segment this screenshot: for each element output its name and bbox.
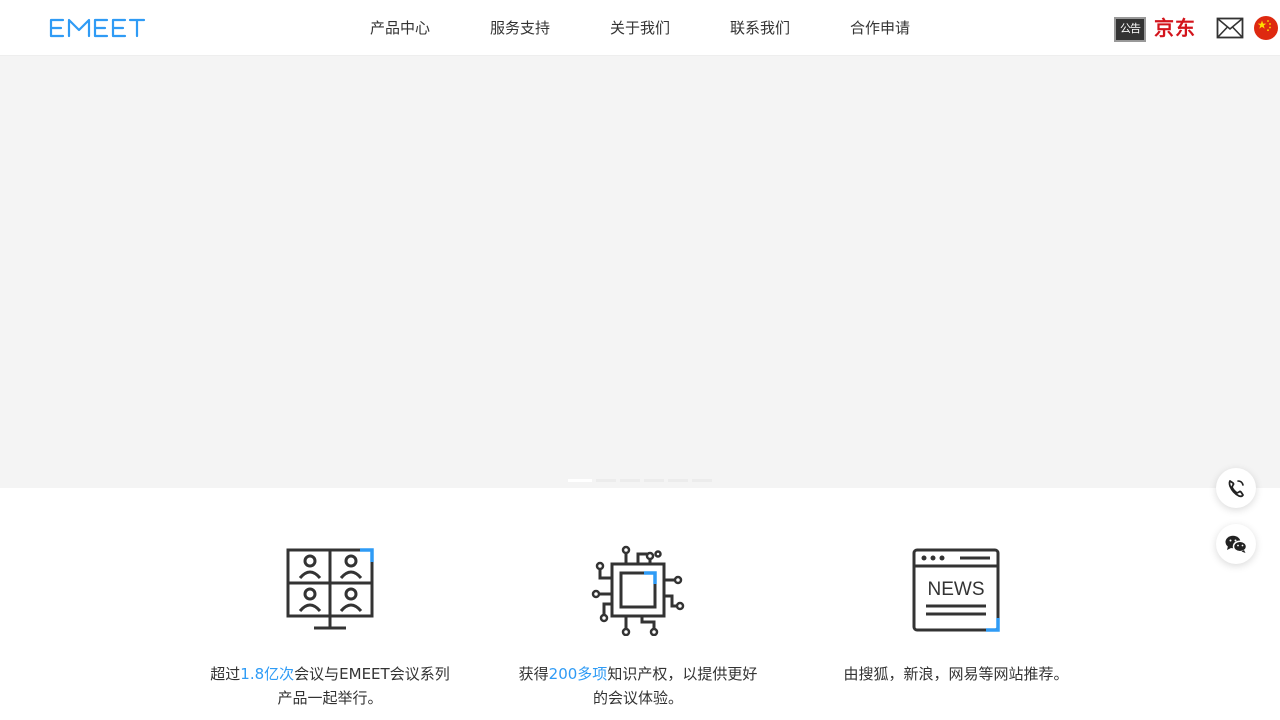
feature-media: NEWS 由搜狐，新浪，网易等网站推荐。 xyxy=(836,488,1076,686)
carousel-dot[interactable] xyxy=(596,479,616,482)
features-section: 超过1.8亿次会议与EMEET会议系列产品一起举行。 获得200多项知识产权，以… xyxy=(0,488,1280,720)
feature-patents: 获得200多项知识产权，以提供更好的会议体验。 xyxy=(518,488,758,710)
jd-store-link[interactable]: 京东 xyxy=(1154,13,1206,43)
china-flag-icon[interactable] xyxy=(1254,16,1278,40)
emeet-logo[interactable] xyxy=(48,16,146,40)
news-icon: NEWS xyxy=(912,548,1000,632)
nav-support[interactable]: 服务支持 xyxy=(460,0,580,56)
phone-icon xyxy=(1228,480,1244,498)
wechat-icon xyxy=(1225,535,1248,553)
site-header: 产品中心 服务支持 关于我们 联系我们 合作申请 公告 京东 xyxy=(0,0,1280,56)
phone-button[interactable] xyxy=(1216,468,1256,508)
nav-about[interactable]: 关于我们 xyxy=(580,0,700,56)
nav-products[interactable]: 产品中心 xyxy=(340,0,460,56)
carousel-dot[interactable] xyxy=(644,479,664,482)
notice-button[interactable]: 公告 xyxy=(1114,17,1146,42)
feature-text: 获得200多项知识产权，以提供更好的会议体验。 xyxy=(518,665,758,707)
feature-meetings: 超过1.8亿次会议与EMEET会议系列产品一起举行。 xyxy=(210,488,450,710)
carousel-dots xyxy=(568,479,712,482)
envelope-icon[interactable] xyxy=(1216,17,1244,39)
carousel-dot[interactable] xyxy=(568,479,592,482)
nav-contact[interactable]: 联系我们 xyxy=(700,0,820,56)
feature-text: 由搜狐，新浪，网易等网站推荐。 xyxy=(843,665,1069,683)
chip-icon xyxy=(591,545,685,636)
svg-text:NEWS: NEWS xyxy=(928,579,985,600)
nav-cooperation[interactable]: 合作申请 xyxy=(820,0,940,56)
video-meeting-icon xyxy=(286,548,374,630)
main-nav: 产品中心 服务支持 关于我们 联系我们 合作申请 xyxy=(340,0,940,56)
feature-text: 超过1.8亿次会议与EMEET会议系列产品一起举行。 xyxy=(210,665,450,707)
wechat-button[interactable] xyxy=(1216,524,1256,564)
carousel-dot[interactable] xyxy=(692,479,712,482)
hero-banner xyxy=(0,56,1280,488)
carousel-dot[interactable] xyxy=(620,479,640,482)
carousel-dot[interactable] xyxy=(668,479,688,482)
